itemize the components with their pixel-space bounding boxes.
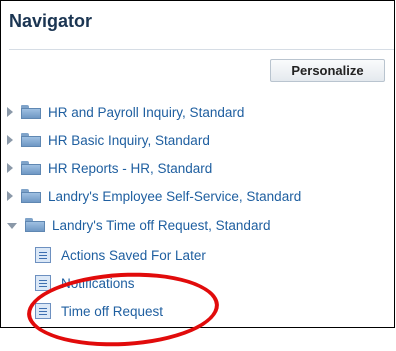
folder-icon [21,189,41,203]
expand-triangle-icon[interactable] [7,107,13,117]
folder-icon [25,218,45,232]
folder-icon [21,133,41,147]
tree-child-label[interactable]: Actions Saved For Later [61,248,206,263]
tree-item-hr-basic-inquiry[interactable]: HR Basic Inquiry, Standard [1,130,210,150]
folder-icon [21,105,41,119]
personalize-button[interactable]: Personalize [270,59,385,82]
folder-icon [21,161,41,175]
tree-item-label[interactable]: HR Basic Inquiry, Standard [48,133,210,148]
tree-item-label[interactable]: Landry's Time off Request, Standard [52,218,270,233]
collapse-triangle-icon[interactable] [7,223,17,229]
tree-item-time-off-request-standard[interactable]: Landry's Time off Request, Standard [1,215,270,235]
navigator-header: Navigator [9,5,394,50]
tree-item-hr-reports[interactable]: HR Reports - HR, Standard [1,158,212,178]
tree-item-label[interactable]: HR and Payroll Inquiry, Standard [48,105,244,120]
expand-triangle-icon[interactable] [7,135,13,145]
navigator-panel: Navigator Personalize HR and Payroll Inq… [0,0,395,328]
page-title: Navigator [9,11,93,31]
tree-item-label[interactable]: HR Reports - HR, Standard [48,161,212,176]
expand-triangle-icon[interactable] [7,163,13,173]
expand-triangle-icon[interactable] [7,191,13,201]
tree-child-actions-saved[interactable]: Actions Saved For Later [35,245,206,265]
tree-item-label[interactable]: Landry's Employee Self-Service, Standard [48,189,301,204]
tree-item-employee-self-service[interactable]: Landry's Employee Self-Service, Standard [1,186,301,206]
document-icon [35,247,51,263]
tree-item-hr-payroll-inquiry[interactable]: HR and Payroll Inquiry, Standard [1,102,244,122]
